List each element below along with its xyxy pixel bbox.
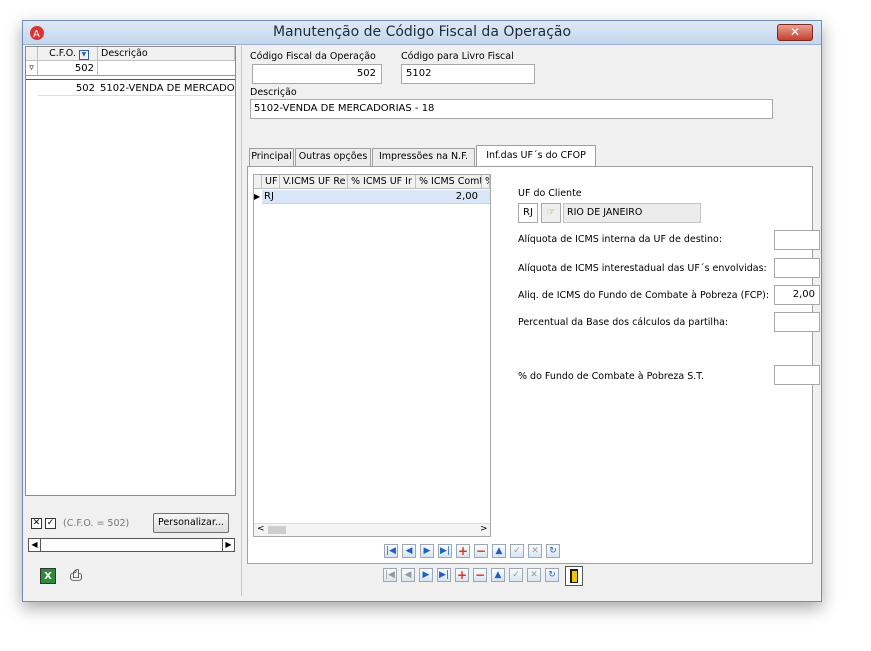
fcp-st-field[interactable] — [774, 365, 820, 385]
aliq-fcp-label: Aliq. de ICMS do Fundo de Combate à Pobr… — [518, 290, 770, 301]
divider — [26, 79, 235, 80]
livro-field[interactable]: 5102 — [401, 64, 535, 84]
filter-dropdown-icon[interactable]: ▼ — [78, 50, 89, 60]
filter-cfo-input[interactable]: 502 — [38, 61, 98, 76]
excel-export-icon[interactable]: X — [40, 568, 56, 584]
uf-name-field: RIO DE JANEIRO — [563, 203, 701, 223]
perc-base-field[interactable] — [774, 312, 820, 332]
filter-row-icon: ▿ — [26, 61, 38, 76]
title-bar: A Manutenção de Código Fiscal da Operaçã… — [23, 21, 821, 45]
aliq-interna-field[interactable] — [774, 230, 820, 250]
table-row[interactable]: RJ 2,00 — [262, 190, 490, 204]
inner-navigator: |◀ ◀ ▶ ▶| + − ▲ ✓ ✕ ↻ — [384, 544, 624, 562]
main-window: A Manutenção de Código Fiscal da Operaçã… — [22, 20, 822, 602]
scroll-thumb[interactable] — [268, 526, 286, 534]
horizontal-scrollbar[interactable]: ◀ ▶ — [28, 538, 235, 552]
uf-grid[interactable]: UF V.ICMS UF Re % ICMS UF Ir % ICMS Comt… — [253, 174, 491, 537]
col-cfo-label: C.F.O. — [49, 48, 76, 59]
livro-label: Código para Livro Fiscal — [401, 51, 514, 62]
codigo-label: Código Fiscal da Operação — [250, 51, 376, 62]
prior-record-icon[interactable]: ◀ — [401, 568, 415, 582]
scroll-right-icon[interactable]: ▶ — [222, 539, 234, 551]
first-record-icon[interactable]: |◀ — [383, 568, 397, 582]
refresh-icon[interactable]: ↻ — [546, 544, 560, 558]
first-record-icon[interactable]: |◀ — [384, 544, 398, 558]
delete-icon[interactable]: − — [474, 544, 488, 558]
next-record-icon[interactable]: ▶ — [420, 544, 434, 558]
tab-inf-uf[interactable]: Inf.das UF´s do CFOP — [476, 145, 596, 166]
col-picms-comb[interactable]: % ICMS Comt — [416, 175, 482, 189]
last-record-icon[interactable]: ▶| — [438, 544, 452, 558]
fcp-st-label: % do Fundo de Combate à Pobreza S.T. — [518, 371, 704, 382]
col-cfo-header[interactable]: C.F.O. ▼ — [38, 47, 98, 61]
print-icon[interactable]: ⎙ — [67, 566, 85, 584]
perc-base-label: Percentual da Base dos cálculos da parti… — [518, 317, 729, 328]
uf-code-field[interactable]: RJ — [518, 203, 538, 223]
tab-outras-opcoes[interactable]: Outras opções — [295, 148, 371, 166]
aliq-inter-field[interactable] — [774, 258, 820, 278]
uf-cell: RJ — [264, 191, 274, 202]
codigo-field[interactable]: 502 — [252, 64, 382, 84]
delete-icon[interactable]: − — [473, 568, 487, 582]
table-row[interactable]: 502 5102-VENDA DE MERCADORI — [38, 81, 235, 96]
col-uf[interactable]: UF — [262, 175, 280, 189]
col-vicms[interactable]: V.ICMS UF Re — [280, 175, 348, 189]
insert-icon[interactable]: + — [455, 568, 469, 582]
scroll-left-icon[interactable]: ◀ — [29, 539, 41, 551]
next-record-icon[interactable]: ▶ — [419, 568, 433, 582]
lookup-icon[interactable]: ☞ — [541, 203, 561, 223]
panel-divider — [241, 46, 242, 596]
col-desc-header[interactable]: Descrição — [98, 47, 235, 61]
picms-comb-cell: 2,00 — [455, 191, 478, 202]
descricao-field[interactable]: 5102-VENDA DE MERCADORIAS - 18 — [250, 99, 773, 119]
edit-icon[interactable]: ▲ — [491, 568, 505, 582]
prior-record-icon[interactable]: ◀ — [402, 544, 416, 558]
tab-content: UF V.ICMS UF Re % ICMS UF Ir % ICMS Comt… — [247, 166, 820, 564]
window-title: Manutenção de Código Fiscal da Operação — [272, 24, 572, 40]
filter-text: (C.F.O. = 502) — [63, 518, 130, 529]
cfo-list-grid[interactable]: C.F.O. ▼ Descrição ▿ 502 502 5102-VENDA … — [25, 46, 236, 496]
row-desc: 5102-VENDA DE MERCADORI — [100, 83, 235, 94]
main-navigator: |◀ ◀ ▶ ▶| + − ▲ ✓ ✕ ↻ — [383, 566, 663, 586]
row-cfo: 502 — [75, 83, 95, 94]
post-icon[interactable]: ✓ — [509, 568, 523, 582]
clear-filter-button[interactable]: ✕ — [31, 518, 42, 529]
uf-cliente-label: UF do Cliente — [518, 188, 582, 199]
tab-principal[interactable]: Principal — [249, 148, 294, 166]
post-icon[interactable]: ✓ — [510, 544, 524, 558]
row-pointer-icon: ▶ — [254, 192, 261, 201]
edit-icon[interactable]: ▲ — [492, 544, 506, 558]
aliq-fcp-field[interactable]: 2,00 — [774, 285, 820, 305]
cancel-icon[interactable]: ✕ — [528, 544, 542, 558]
insert-icon[interactable]: + — [456, 544, 470, 558]
close-button[interactable]: ✕ — [777, 24, 813, 41]
descricao-label: Descrição — [250, 87, 297, 98]
cancel-icon[interactable]: ✕ — [527, 568, 541, 582]
aliq-inter-label: Alíquota de ICMS interestadual das UF´s … — [518, 263, 767, 274]
tab-impressoes[interactable]: Impressões na N.F. — [372, 148, 475, 166]
scroll-left-icon[interactable]: < — [257, 524, 265, 534]
aliq-interna-label: Alíquota de ICMS interna da UF de destin… — [518, 234, 723, 245]
refresh-icon[interactable]: ↻ — [545, 568, 559, 582]
filter-enabled-checkbox[interactable]: ✓ — [45, 518, 56, 529]
col-extra[interactable]: % — [482, 175, 490, 189]
exit-door-icon[interactable] — [565, 566, 583, 586]
col-picms-ir[interactable]: % ICMS UF Ir — [348, 175, 416, 189]
last-record-icon[interactable]: ▶| — [437, 568, 451, 582]
grid-hscrollbar[interactable]: < > — [254, 523, 490, 536]
scroll-right-icon[interactable]: > — [480, 524, 488, 534]
filter-desc-input[interactable] — [98, 61, 235, 76]
personalize-button[interactable]: Personalizar... — [153, 513, 229, 533]
